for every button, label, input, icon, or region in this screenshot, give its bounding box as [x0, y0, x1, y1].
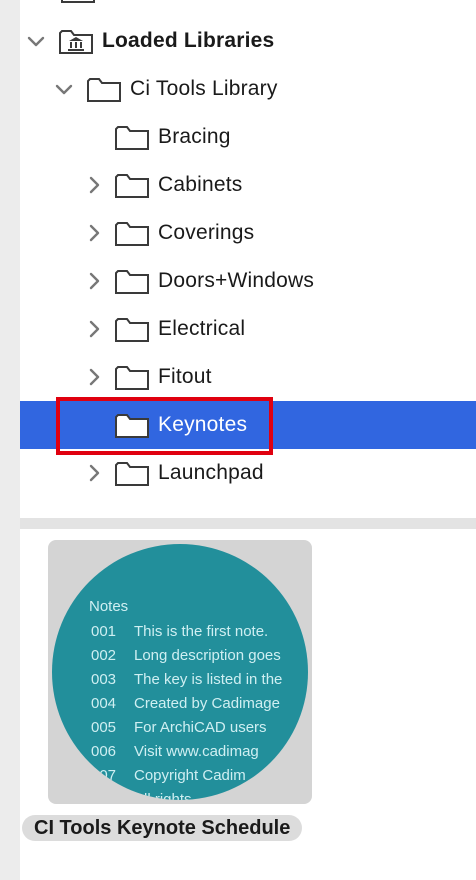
- thumb-code: 005: [91, 719, 117, 736]
- tree-row-bracing[interactable]: Bracing: [20, 113, 476, 161]
- thumbnail-circle: Notes 001 This is the first note. 002 Lo…: [52, 544, 308, 800]
- thumb-text: For ArchiCAD users: [134, 719, 267, 736]
- thumb-header: Notes: [89, 598, 129, 615]
- preview-panel: Notes 001 This is the first note. 002 Lo…: [20, 529, 476, 880]
- folder-icon: [114, 267, 150, 295]
- thumb-text: The key is listed in the: [134, 671, 283, 688]
- folder-icon: [114, 171, 150, 199]
- left-gutter: [0, 0, 20, 880]
- tree-label-fitout: Fitout: [158, 365, 212, 388]
- tree-row-doors-windows[interactable]: Doors+Windows: [20, 257, 476, 305]
- tree-label-cabinets: Cabinets: [158, 173, 243, 196]
- chevron-right-icon[interactable]: [84, 463, 104, 483]
- panel-divider[interactable]: [20, 518, 476, 529]
- tree-label-coverings: Coverings: [158, 221, 255, 244]
- thumb-code: 004: [91, 695, 117, 712]
- tree-label-doors-windows: Doors+Windows: [158, 269, 315, 292]
- keynote-schedule-thumbnail[interactable]: Notes 001 This is the first note. 002 Lo…: [48, 540, 312, 804]
- chevron-right-icon[interactable]: [84, 319, 104, 339]
- tree-row-electrical[interactable]: Electrical: [20, 305, 476, 353]
- tree-row-coverings[interactable]: Coverings: [20, 209, 476, 257]
- thumb-code: 001: [91, 623, 117, 640]
- tree-row-launchpad[interactable]: Launchpad: [20, 449, 476, 497]
- thumb-code: 003: [91, 671, 117, 688]
- folder-icon: [60, 0, 96, 4]
- folder-icon: [114, 459, 150, 487]
- chevron-right-icon[interactable]: [84, 271, 104, 291]
- tree-label-electrical: Electrical: [158, 317, 246, 340]
- tree-row-partial-top: [20, 0, 476, 14]
- library-icon: [58, 27, 94, 55]
- chevron-down-icon[interactable]: [54, 79, 74, 99]
- thumb-text: Visit www.cadimag: [134, 743, 259, 760]
- thumb-text: Copyright Cadim: [134, 767, 246, 784]
- tree-label-ci-tools-library: Ci Tools Library: [130, 77, 278, 100]
- red-highlight-box: [56, 397, 273, 455]
- thumb-text: All rights: [134, 791, 192, 800]
- folder-icon: [86, 75, 122, 103]
- chevron-right-icon[interactable]: [84, 175, 104, 195]
- chevron-down-icon[interactable]: [26, 31, 46, 51]
- tree-row-ci-tools-library[interactable]: Ci Tools Library: [20, 65, 476, 113]
- tree-row-partial-bottom: [20, 497, 476, 508]
- tree-row-fitout[interactable]: Fitout: [20, 353, 476, 401]
- chevron-right-icon[interactable]: [84, 223, 104, 243]
- thumb-text: Created by Cadimage: [134, 695, 280, 712]
- thumb-text: Long description goes: [134, 647, 281, 664]
- thumb-code: 006: [91, 743, 117, 760]
- tree-label-bracing: Bracing: [158, 125, 231, 148]
- thumb-text: This is the first note.: [134, 623, 269, 640]
- tree-label-loaded-libraries: Loaded Libraries: [102, 29, 275, 52]
- tree-label-launchpad: Launchpad: [158, 461, 264, 484]
- folder-icon: [114, 507, 150, 508]
- folder-icon: [114, 363, 150, 391]
- tree-row-cabinets[interactable]: Cabinets: [20, 161, 476, 209]
- thumb-code: 002: [91, 647, 117, 664]
- tree-row-loaded-libraries[interactable]: Loaded Libraries: [20, 17, 476, 65]
- chevron-right-icon[interactable]: [84, 367, 104, 387]
- folder-icon: [114, 123, 150, 151]
- thumbnail-notes-text: Notes 001 This is the first note. 002 Lo…: [52, 544, 308, 800]
- folder-icon: [114, 219, 150, 247]
- thumb-code: 007: [91, 767, 117, 784]
- thumbnail-caption[interactable]: CI Tools Keynote Schedule: [22, 815, 303, 841]
- folder-icon: [114, 315, 150, 343]
